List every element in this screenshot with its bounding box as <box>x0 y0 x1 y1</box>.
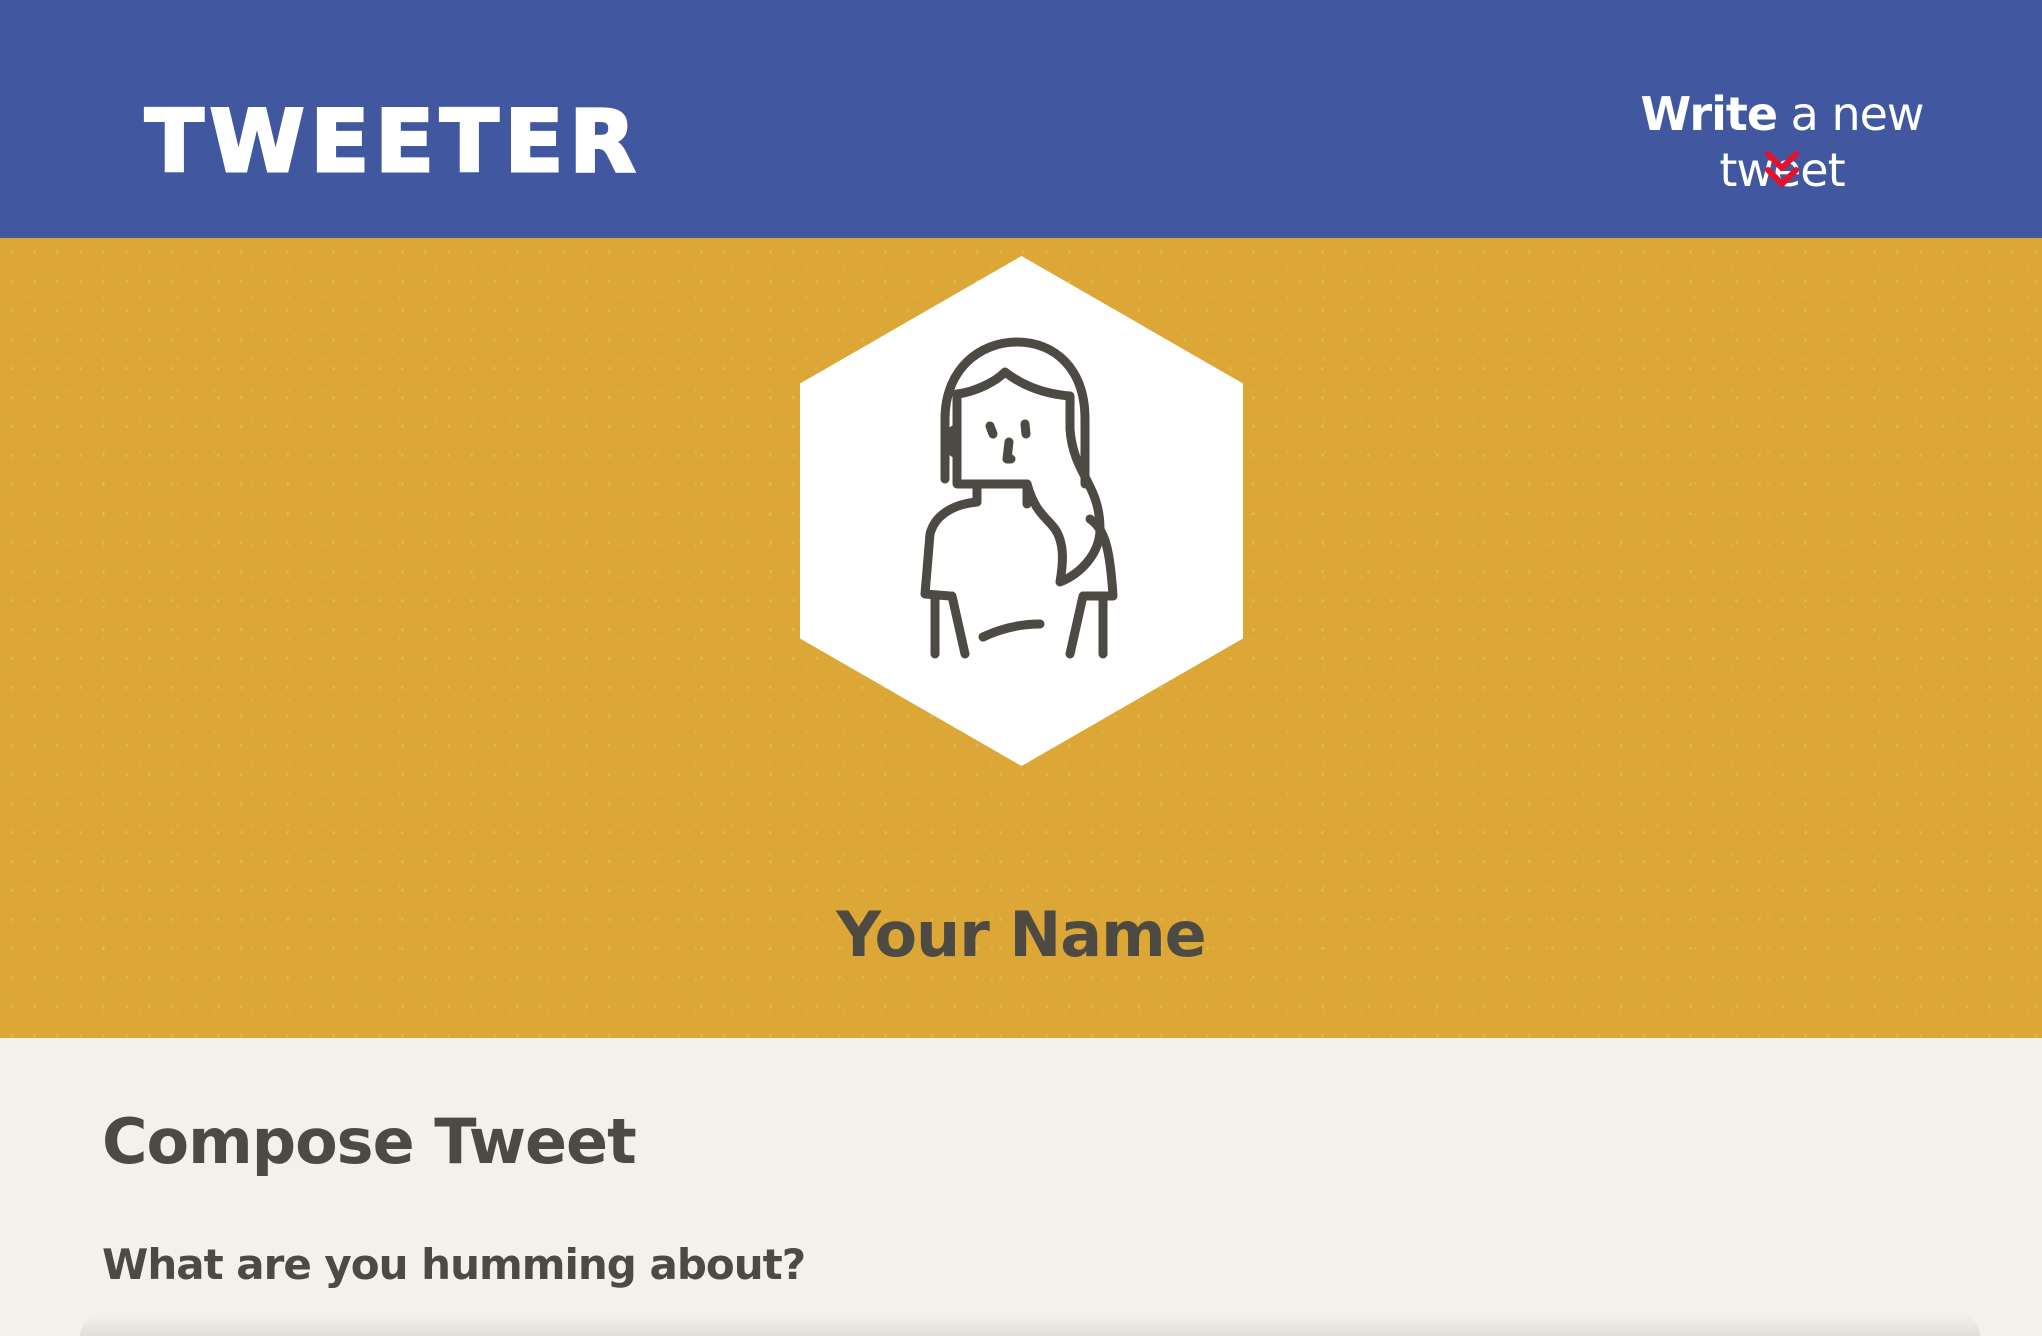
compose-section: Compose Tweet What are you humming about… <box>0 1038 2042 1336</box>
double-chevron-down-icon[interactable] <box>1762 146 1802 192</box>
tweet-text-label: What are you humming about? <box>102 1240 806 1289</box>
profile-name: Your Name <box>836 898 1206 971</box>
tweet-input-top-edge[interactable] <box>80 1314 1980 1336</box>
write-link-strong: Write <box>1640 87 1778 141</box>
top-nav: TWEETER Write a new tweet <box>0 0 2042 238</box>
brand-logo[interactable]: TWEETER <box>144 91 642 194</box>
page: TWEETER Write a new tweet Your Name Comp… <box>0 0 2042 1336</box>
compose-title: Compose Tweet <box>102 1105 637 1178</box>
person-avatar-icon <box>920 337 1118 659</box>
write-new-tweet-toggle[interactable]: Write a new tweet <box>1592 86 1972 198</box>
profile-banner: Your Name <box>0 238 2042 1038</box>
